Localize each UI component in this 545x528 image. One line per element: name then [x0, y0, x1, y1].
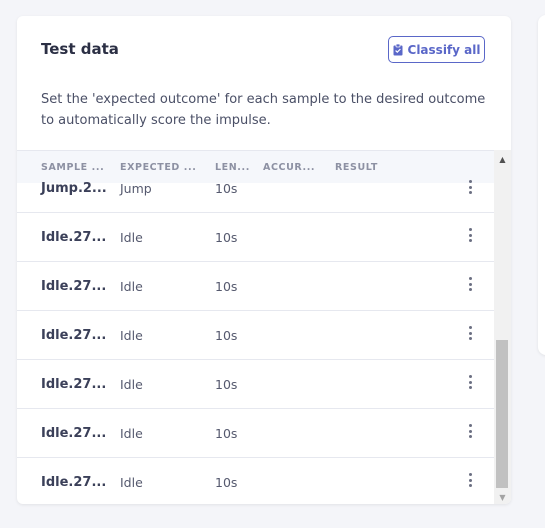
expected-outcome[interactable]: Idle: [120, 230, 143, 245]
table-row[interactable]: Idle.27... Idle 10s: [17, 360, 494, 409]
classify-all-label: Classify all: [407, 42, 481, 57]
scroll-down-arrow-icon[interactable]: ▼: [494, 490, 511, 504]
sample-name[interactable]: Jump.2...: [41, 181, 107, 196]
table-row[interactable]: Idle.27... Idle 10s: [17, 262, 494, 311]
kebab-menu-icon[interactable]: [467, 424, 473, 438]
kebab-menu-icon[interactable]: [467, 375, 473, 389]
sample-name[interactable]: Idle.27...: [41, 279, 106, 294]
sample-name[interactable]: Idle.27...: [41, 328, 106, 343]
column-header-accuracy[interactable]: ACCUR...: [263, 162, 315, 173]
scroll-up-arrow-icon[interactable]: ▲: [494, 152, 511, 166]
sample-length: 10s: [215, 328, 238, 343]
card-title: Test data: [41, 40, 119, 58]
kebab-menu-icon[interactable]: [467, 180, 473, 194]
expected-outcome[interactable]: Idle: [120, 426, 143, 441]
table-row[interactable]: Idle.27... Idle 10s: [17, 458, 494, 504]
expected-outcome[interactable]: Idle: [120, 279, 143, 294]
table-body: Jump.2... Jump 10s Idle.27... Idle 10s I…: [17, 180, 494, 504]
scrollbar-thumb[interactable]: [496, 340, 508, 488]
expected-outcome[interactable]: Idle: [120, 377, 143, 392]
sample-name[interactable]: Idle.27...: [41, 377, 106, 392]
kebab-menu-icon[interactable]: [467, 326, 473, 340]
sample-length: 10s: [215, 279, 238, 294]
sample-name[interactable]: Idle.27...: [41, 475, 106, 490]
expected-outcome[interactable]: Jump: [120, 181, 152, 196]
column-header-sample[interactable]: SAMPLE ...: [41, 162, 104, 173]
kebab-menu-icon[interactable]: [467, 228, 473, 242]
kebab-menu-icon[interactable]: [467, 473, 473, 487]
table-scrollbar[interactable]: ▲ ▼: [494, 150, 511, 504]
sample-length: 10s: [215, 426, 238, 441]
table-row[interactable]: Jump.2... Jump 10s: [17, 180, 494, 213]
card-description: Set the 'expected outcome' for each samp…: [41, 92, 486, 128]
table-row[interactable]: Idle.27... Idle 10s: [17, 213, 494, 262]
test-data-table: SAMPLE ... EXPECTED ... LEN... ACCUR... …: [17, 150, 511, 504]
sample-length: 10s: [215, 377, 238, 392]
sample-name[interactable]: Idle.27...: [41, 426, 106, 441]
clipboard-check-icon: [393, 43, 403, 56]
column-header-length[interactable]: LEN...: [215, 162, 250, 173]
expected-outcome[interactable]: Idle: [120, 328, 143, 343]
sample-name[interactable]: Idle.27...: [41, 230, 106, 245]
expected-outcome[interactable]: Idle: [120, 475, 143, 490]
sample-length: 10s: [215, 230, 238, 245]
column-header-expected[interactable]: EXPECTED ...: [120, 162, 196, 173]
adjacent-card: [538, 15, 545, 355]
sample-length: 10s: [215, 475, 238, 490]
sample-length: 10s: [215, 181, 238, 196]
table-header: SAMPLE ... EXPECTED ... LEN... ACCUR... …: [17, 150, 494, 183]
column-header-result[interactable]: RESULT: [335, 162, 378, 173]
table-row[interactable]: Idle.27... Idle 10s: [17, 311, 494, 360]
kebab-menu-icon[interactable]: [467, 277, 473, 291]
classify-all-button[interactable]: Classify all: [388, 36, 485, 63]
table-row[interactable]: Idle.27... Idle 10s: [17, 409, 494, 458]
test-data-card: Test data Classify all Set the 'expected…: [17, 16, 511, 504]
